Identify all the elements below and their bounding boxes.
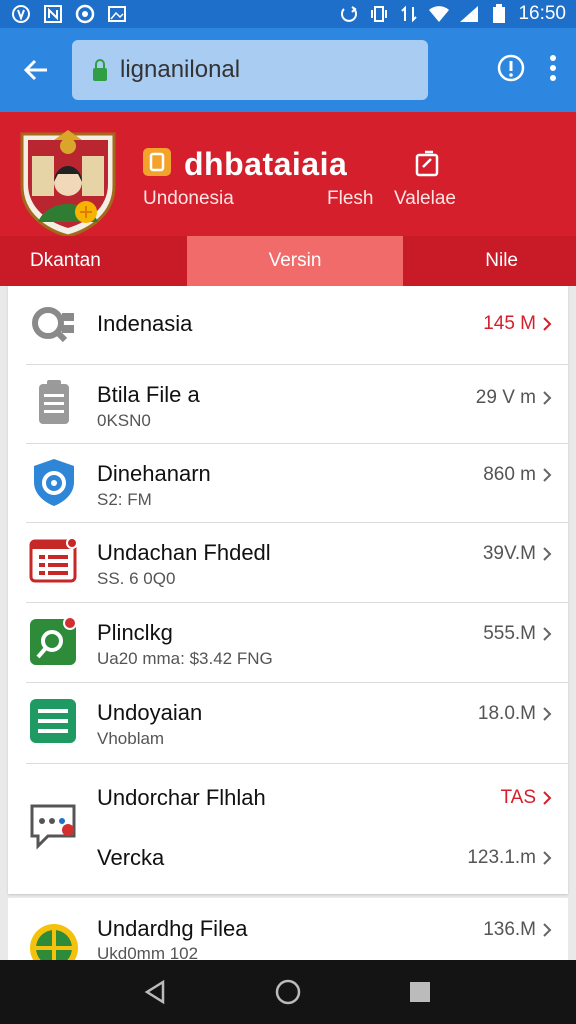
file-size: 555.M: [483, 623, 552, 645]
file-name: Undoyaian: [97, 700, 203, 725]
file-size: 136.M: [483, 919, 552, 941]
file-sub: Ukd0mm 102: [97, 944, 199, 960]
tab-nile[interactable]: Nile: [403, 236, 576, 286]
chevron-right-icon: [543, 923, 552, 937]
tab-dkantan[interactable]: Dkantan: [0, 236, 187, 286]
file-size: 39V.M: [483, 543, 552, 565]
vibrate-icon: [368, 4, 390, 24]
tab-bar: Dkantan Versin Nile: [0, 236, 576, 286]
file-sub: S2: FM: [97, 490, 152, 509]
arrow-left-icon: [23, 59, 47, 81]
list-item[interactable]: Undachan Fhdedl SS. 6 0Q0 39V.M: [8, 523, 568, 603]
lock-icon: [93, 59, 107, 81]
chevron-right-icon: [543, 317, 552, 331]
app-title: dhbataiaia: [184, 146, 348, 182]
file-size-secondary: 123.1.m: [467, 847, 552, 869]
more-menu-button[interactable]: [548, 53, 558, 88]
chevron-right-icon: [543, 707, 552, 721]
file-sub: 0KSN0: [97, 411, 151, 430]
chat-icon: [30, 804, 76, 850]
file-list: Indenasia 145 M Btila File a 0KSN0 29 V …: [8, 286, 568, 894]
url-text: lignanilonal: [120, 56, 241, 83]
app-badge-icon: [143, 148, 171, 176]
file-sub: SS. 6 0Q0: [97, 569, 176, 588]
edit-box-icon[interactable]: [414, 150, 442, 178]
nav-recents-icon: [410, 982, 430, 1002]
list-item[interactable]: Dinehanarn S2: FM 860 m: [8, 444, 568, 523]
back-button[interactable]: [0, 28, 72, 112]
gear-search-icon: [32, 307, 74, 343]
wifi-icon: [428, 4, 450, 24]
file-name: Undardhg Filea: [97, 916, 248, 941]
list-item[interactable]: Undorchar Flhlah TAS Vercka 123.1.m: [8, 764, 568, 894]
system-nav-bar: [0, 960, 576, 1024]
nav-home-button[interactable]: [268, 972, 308, 1012]
n-app-icon: [42, 4, 64, 24]
data-arrows-icon: [398, 4, 420, 24]
nav-recents-button[interactable]: [400, 972, 440, 1012]
file-name: Undorchar Flhlah: [97, 785, 266, 810]
file-size: 29 V m: [476, 387, 552, 409]
info-button[interactable]: [496, 53, 526, 88]
document-icon: [39, 380, 69, 424]
file-name-secondary: Vercka: [97, 845, 165, 870]
globe-icon: [30, 924, 78, 960]
vpn-icon: [10, 4, 32, 24]
more-vert-icon: [550, 54, 556, 81]
list-item[interactable]: Btila File a 0KSN0 29 V m: [8, 365, 568, 444]
battery-icon: [488, 4, 510, 24]
file-sub: Ua20 mma: $3.42 FNG: [97, 649, 273, 668]
chevron-right-icon: [543, 791, 552, 805]
app-header: dhbataiaia Undonesia Flesh Valelae Dkant…: [0, 112, 576, 286]
signal-icon: [458, 4, 480, 24]
nav-back-icon: [144, 979, 165, 1005]
shield-icon: [34, 459, 74, 506]
info-icon: [497, 54, 525, 81]
form-icon: [29, 537, 78, 583]
list-item[interactable]: Indenasia 145 M: [8, 286, 568, 365]
file-name: Plinclkg: [97, 620, 173, 645]
nav-home-icon: [275, 979, 301, 1005]
flesh-label: Flesh: [327, 188, 374, 209]
browser-toolbar: lignanilonal: [0, 28, 576, 112]
chevron-right-icon: [543, 391, 552, 405]
list-item[interactable]: Undoyaian Vhoblam 18.0.M: [8, 683, 568, 764]
sync-icon: [338, 4, 360, 24]
chevron-right-icon: [543, 627, 552, 641]
emblem-logo: [18, 126, 118, 238]
app-subtitle: Undonesia: [143, 188, 234, 209]
file-name: Undachan Fhdedl: [97, 540, 271, 565]
file-size: 860 m: [483, 464, 552, 486]
chevron-right-icon: [543, 851, 552, 865]
list-item[interactable]: Plinclkg Ua20 mma: $3.42 FNG 555.M: [8, 603, 568, 683]
file-name: Btila File a: [97, 382, 200, 407]
record-icon: [74, 4, 96, 24]
file-size: TAS: [500, 787, 552, 809]
valelae-label: Valelae: [394, 188, 456, 209]
url-field[interactable]: lignanilonal: [72, 40, 428, 100]
list-card-icon: [30, 699, 76, 743]
chevron-right-icon: [543, 468, 552, 482]
partial-list-item[interactable]: Undardhg Filea Ukd0mm 102 136.M: [8, 898, 568, 960]
image-icon: [106, 4, 128, 24]
status-time: 16:50: [518, 3, 566, 24]
map-pin-icon: [30, 616, 77, 665]
file-size: 18.0.M: [478, 703, 552, 725]
file-name: Indenasia: [97, 311, 193, 336]
nav-back-button[interactable]: [136, 972, 176, 1012]
file-sub: Vhoblam: [97, 729, 165, 748]
file-size: 145 M: [483, 313, 552, 335]
status-bar: 16:50: [0, 0, 576, 28]
file-name: Dinehanarn: [97, 461, 211, 486]
tab-versin[interactable]: Versin: [187, 236, 403, 286]
chevron-right-icon: [543, 547, 552, 561]
